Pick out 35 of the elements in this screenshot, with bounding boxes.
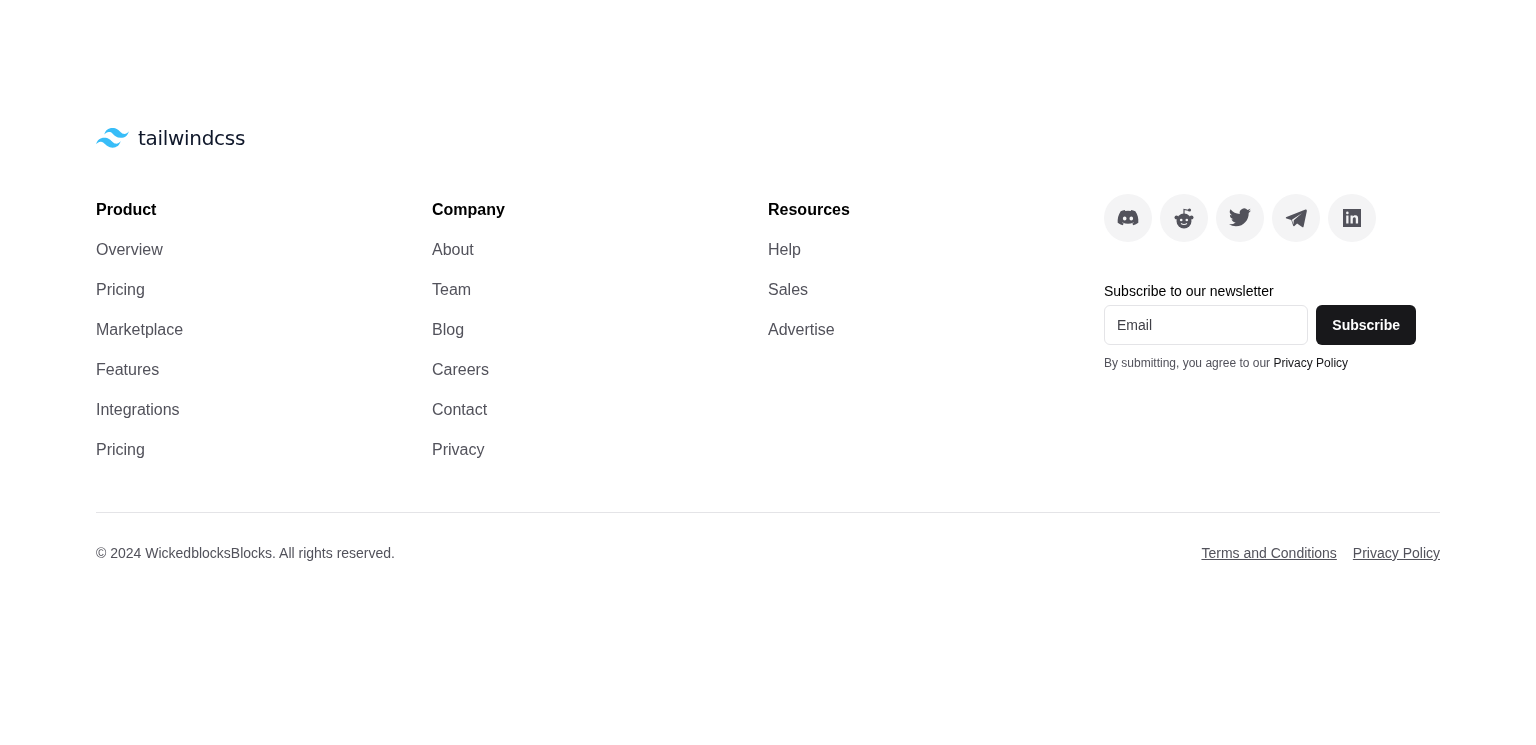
footer-link[interactable]: Team bbox=[432, 278, 472, 302]
social-button[interactable] bbox=[1216, 194, 1264, 242]
footer-link[interactable]: Pricing bbox=[96, 438, 145, 462]
footer-link[interactable]: Blog bbox=[432, 318, 465, 342]
footer-link[interactable]: Advertise bbox=[768, 318, 835, 342]
linkedin-icon bbox=[1340, 206, 1364, 230]
footer-link[interactable]: Privacy bbox=[432, 438, 485, 462]
consent-note: By submitting, you agree to our Privacy Policy bbox=[1104, 355, 1349, 371]
legal-link[interactable]: Terms and Conditions bbox=[1201, 545, 1337, 561]
legal-link[interactable]: Privacy Policy bbox=[1352, 545, 1440, 561]
footer-link[interactable]: Contact bbox=[432, 398, 488, 422]
footer-link[interactable]: Marketplace bbox=[96, 318, 184, 342]
newsletter-label: Subscribe to our newsletter bbox=[1104, 282, 1274, 301]
privacy-link[interactable]: Privacy Policy bbox=[1273, 356, 1349, 370]
footer-link[interactable]: Help bbox=[768, 238, 801, 262]
reddit-icon bbox=[1172, 206, 1196, 230]
column-heading: Company bbox=[432, 200, 505, 220]
footer-link[interactable]: About bbox=[432, 238, 474, 262]
email-field[interactable]: Email bbox=[1104, 305, 1309, 345]
footer-link[interactable]: Careers bbox=[432, 358, 489, 382]
copyright-text: © 2024 WickedblocksBlocks. All rights reserved. bbox=[96, 545, 395, 561]
social-button[interactable] bbox=[1104, 194, 1152, 242]
wave-logo-icon bbox=[96, 128, 129, 148]
logo-wordmark: tailwindcss bbox=[138, 126, 246, 150]
social-button[interactable] bbox=[1328, 194, 1376, 242]
footer-link[interactable]: Features bbox=[96, 358, 160, 382]
social-button[interactable] bbox=[1272, 194, 1320, 242]
footer-link[interactable]: Pricing bbox=[96, 278, 145, 302]
footer-link[interactable]: Sales bbox=[768, 278, 809, 302]
subscribe-button[interactable]: Subscribe bbox=[1316, 305, 1416, 345]
footer-link[interactable]: Integrations bbox=[96, 398, 180, 422]
social-button[interactable] bbox=[1160, 194, 1208, 242]
column-heading: Resources bbox=[768, 200, 850, 220]
column-heading: Product bbox=[96, 200, 157, 220]
footer-link[interactable]: Overview bbox=[96, 238, 163, 262]
